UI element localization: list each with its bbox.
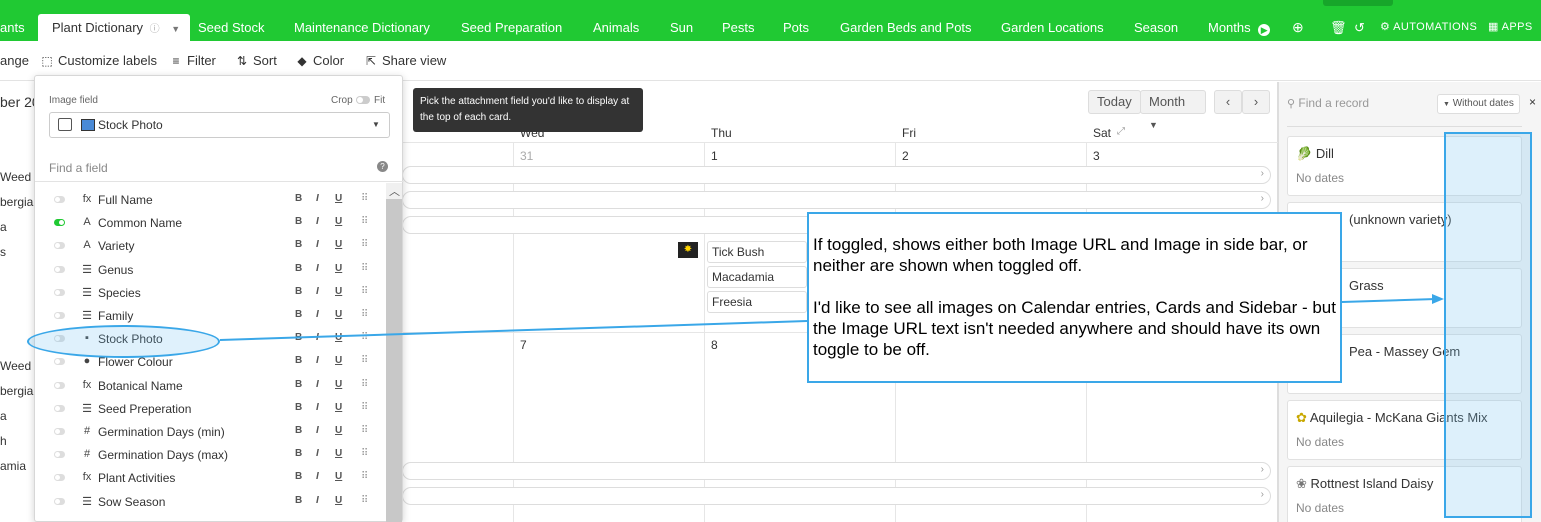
callout-paragraph: If toggled, shows either both Image URL …: [813, 235, 1308, 275]
annotation-arrow-left: [219, 320, 808, 341]
annotation-arrowhead: [1432, 294, 1444, 304]
annotation-callout: If toggled, shows either both Image URL …: [807, 212, 1342, 383]
callout-paragraph: I'd like to see all images on Calendar e…: [813, 298, 1336, 359]
annotation-arrow-right: [1341, 298, 1437, 303]
